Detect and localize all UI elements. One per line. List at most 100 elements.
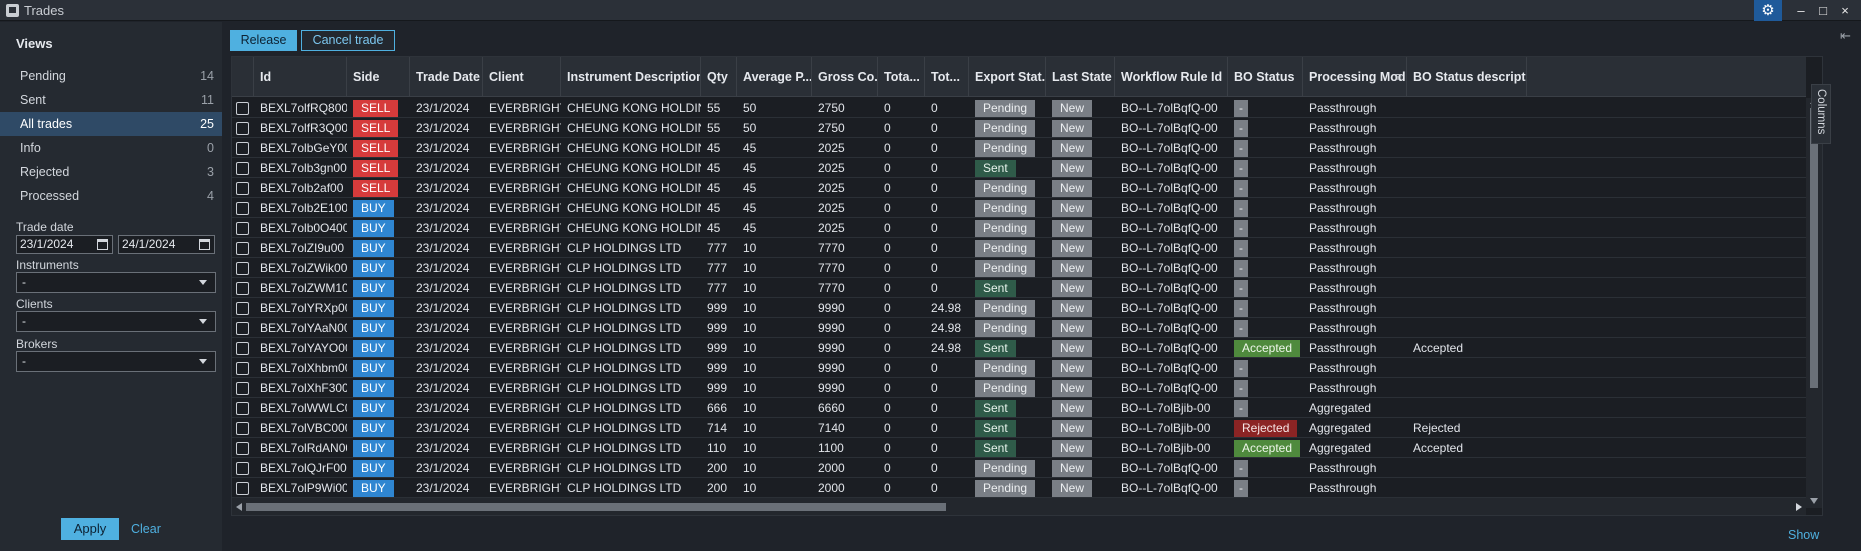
row-select-checkbox[interactable]	[236, 362, 249, 375]
maximize-button[interactable]: □	[1812, 0, 1834, 21]
column-header-qty[interactable]: Qty	[701, 57, 737, 97]
column-header-total-1[interactable]: Tota...	[878, 57, 925, 97]
table-row[interactable]: BEXL7olYRXp00 BUY 23/1/2024 EVERBRIGHT CLP H…	[232, 298, 1806, 318]
scroll-down-icon[interactable]	[1810, 498, 1818, 504]
apply-button[interactable]: Apply	[61, 518, 119, 540]
row-select-checkbox[interactable]	[236, 102, 249, 115]
row-select-checkbox[interactable]	[236, 302, 249, 315]
column-header-total-2[interactable]: Tot...	[925, 57, 969, 97]
table-row[interactable]: BEXL7olWWLC00 BUY 23/1/2024 EVERBRIGHT CLP H…	[232, 398, 1806, 418]
row-select-checkbox[interactable]	[236, 162, 249, 175]
settings-gear-icon[interactable]: ⚙	[1754, 0, 1782, 21]
view-processed[interactable]: Processed 4	[0, 184, 222, 208]
table-row[interactable]: BEXL7olb2E100 BUY 23/1/2024 EVERBRIGHT CHEUN…	[232, 198, 1806, 218]
column-header-average-price[interactable]: Average P...	[737, 57, 812, 97]
brokers-select[interactable]: -	[16, 351, 216, 372]
row-select-checkbox[interactable]	[236, 482, 249, 495]
row-select-checkbox[interactable]	[236, 242, 249, 255]
bo-status-badge: -	[1234, 160, 1248, 177]
table-row[interactable]: BEXL7olYAYO00 BUY 23/1/2024 EVERBRIGHT CLP H…	[232, 338, 1806, 358]
cell-trade-date: 23/1/2024	[416, 441, 470, 455]
cancel-trade-button[interactable]: Cancel trade	[301, 30, 395, 51]
cell-bo-status: -	[1228, 298, 1303, 318]
columns-tool-panel-tab[interactable]: Columns	[1811, 84, 1831, 144]
scroll-left-icon[interactable]	[236, 503, 242, 511]
row-select-checkbox[interactable]	[236, 462, 249, 475]
table-row[interactable]: BEXL7olQJrF00 BUY 23/1/2024 EVERBRIGHT CLP H…	[232, 458, 1806, 478]
cell-bo-status: -	[1228, 478, 1303, 498]
horizontal-scrollbar[interactable]	[232, 498, 1806, 515]
scroll-thumb[interactable]	[246, 503, 946, 511]
row-select-checkbox[interactable]	[236, 282, 249, 295]
column-header-bo-status-description[interactable]: BO Status description	[1407, 57, 1527, 97]
row-select-checkbox[interactable]	[236, 402, 249, 415]
table-row[interactable]: BEXL7olb0O400 BUY 23/1/2024 EVERBRIGHT CHEUN…	[232, 218, 1806, 238]
collapse-panel-icon[interactable]: ⇤	[1840, 28, 1851, 44]
table-row[interactable]: BEXL7olXhbm00 BUY 23/1/2024 EVERBRIGHT CLP H…	[232, 358, 1806, 378]
table-row[interactable]: BEXL7olb2af00 SELL 23/1/2024 EVERBRIGHT CHEU…	[232, 178, 1806, 198]
table-row[interactable]: BEXL7olZWik00 BUY 23/1/2024 EVERBRIGHT CLP H…	[232, 258, 1806, 278]
view-pending[interactable]: Pending 14	[0, 64, 222, 88]
view-all-trades[interactable]: All trades 25	[0, 112, 222, 136]
cell-workflow-rule-id: BO--L-7olBqfQ-00	[1121, 261, 1218, 275]
show-button[interactable]: Show	[1788, 528, 1819, 542]
column-header-bo-status[interactable]: BO Status	[1228, 57, 1303, 97]
table-row[interactable]: BEXL7olZI9u00 BUY 23/1/2024 EVERBRIGHT CLP H…	[232, 238, 1806, 258]
table-row[interactable]: BEXL7olfR3Q00 SELL 23/1/2024 EVERBRIGHT CHEU…	[232, 118, 1806, 138]
column-header-instrument-description[interactable]: Instrument Description	[561, 57, 701, 97]
view-rejected[interactable]: Rejected 3	[0, 160, 222, 184]
table-row[interactable]: BEXL7olYAaN00 BUY 23/1/2024 EVERBRIGHT CLP H…	[232, 318, 1806, 338]
table-row[interactable]: BEXL7olRdAN00 BUY 23/1/2024 EVERBRIGHT CLP H…	[232, 438, 1806, 458]
trade-date-from-input[interactable]: 23/1/2024	[16, 235, 113, 254]
column-menu-icon[interactable]: ≡	[1395, 57, 1402, 97]
column-header-gross-consideration[interactable]: Gross Co...	[812, 57, 878, 97]
trade-date-to-input[interactable]: 24/1/2024	[118, 235, 215, 254]
column-header-client[interactable]: Client	[483, 57, 561, 97]
close-button[interactable]: ×	[1834, 0, 1856, 21]
table-row[interactable]: BEXL7olb3gn00 SELL 23/1/2024 EVERBRIGHT CHEU…	[232, 158, 1806, 178]
cell-processing-mode: Passthrough	[1309, 241, 1377, 255]
column-header-workflow-rule-id[interactable]: Workflow Rule Id	[1115, 57, 1228, 97]
instruments-select[interactable]: -	[16, 272, 216, 293]
row-select-checkbox[interactable]	[236, 122, 249, 135]
column-header-id[interactable]: Id	[254, 57, 347, 97]
calendar-icon[interactable]	[199, 239, 210, 250]
table-row[interactable]: BEXL7olfRQ800 SELL 23/1/2024 EVERBRIGHT CHEU…	[232, 98, 1806, 118]
column-header-side[interactable]: Side	[347, 57, 410, 97]
column-header-export-status[interactable]: Export Stat...	[969, 57, 1046, 97]
column-header-trade-date[interactable]: Trade Date	[410, 57, 483, 97]
column-header-last-state[interactable]: Last State	[1046, 57, 1115, 97]
table-row[interactable]: BEXL7olXhF300 BUY 23/1/2024 EVERBRIGHT CLP H…	[232, 378, 1806, 398]
row-select-checkbox[interactable]	[236, 422, 249, 435]
view-count: 11	[201, 93, 214, 107]
minimize-button[interactable]: –	[1790, 0, 1812, 21]
column-header-processing-mode[interactable]: Processing Mode ≡	[1303, 57, 1407, 97]
release-button[interactable]: Release	[230, 30, 297, 51]
scroll-right-icon[interactable]	[1796, 503, 1802, 511]
row-select-checkbox[interactable]	[236, 222, 249, 235]
side-badge: BUY	[353, 240, 394, 257]
view-sent[interactable]: Sent 11	[0, 88, 222, 112]
side-badge: BUY	[353, 460, 394, 477]
row-select-checkbox[interactable]	[236, 442, 249, 455]
row-select-checkbox[interactable]	[236, 262, 249, 275]
view-label: Sent	[20, 93, 46, 107]
table-row[interactable]: BEXL7olZWM100 BUY 23/1/2024 EVERBRIGHT CLP H…	[232, 278, 1806, 298]
vertical-scrollbar[interactable]	[1806, 98, 1822, 508]
scroll-thumb[interactable]	[1810, 108, 1818, 388]
table-row[interactable]: BEXL7olbGeY00 SELL 23/1/2024 EVERBRIGHT CHEU…	[232, 138, 1806, 158]
row-select-checkbox[interactable]	[236, 142, 249, 155]
clear-button[interactable]: Clear	[131, 522, 161, 536]
cell-total-1: 0	[884, 361, 891, 375]
view-info[interactable]: Info 0	[0, 136, 222, 160]
row-select-checkbox[interactable]	[236, 202, 249, 215]
calendar-icon[interactable]	[97, 239, 108, 250]
table-row[interactable]: BEXL7olVBC000 BUY 23/1/2024 EVERBRIGHT CLP H…	[232, 418, 1806, 438]
view-count: 4	[207, 189, 214, 203]
clients-select[interactable]: -	[16, 311, 216, 332]
row-select-checkbox[interactable]	[236, 322, 249, 335]
row-select-checkbox[interactable]	[236, 382, 249, 395]
row-select-checkbox[interactable]	[236, 182, 249, 195]
table-row[interactable]: BEXL7olP9Wi00 BUY 23/1/2024 EVERBRIGHT CLP H…	[232, 478, 1806, 498]
row-select-checkbox[interactable]	[236, 342, 249, 355]
